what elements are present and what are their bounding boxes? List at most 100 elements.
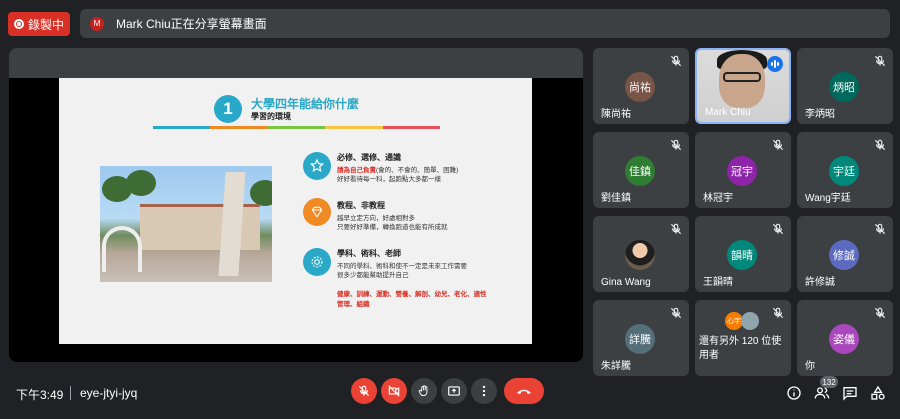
participant-tile[interactable]: Gina Wang: [593, 216, 689, 292]
record-icon: [14, 19, 24, 29]
participant-name: 許修誠: [805, 277, 835, 288]
recording-badge: 錄製中: [8, 12, 70, 36]
slide-color-bar: [153, 126, 441, 129]
feature-line: 很多少都能幫助提升自己: [337, 272, 409, 279]
mic-off-icon: [669, 138, 683, 152]
participant-name: Gina Wang: [601, 277, 651, 288]
divider: [70, 386, 71, 400]
participant-name: 李炳昭: [805, 109, 835, 120]
avatar: 宇廷: [829, 156, 859, 186]
camera-toggle-button[interactable]: [381, 378, 407, 404]
participant-tile[interactable]: Mark Chiu: [695, 48, 791, 124]
participant-name: Wang宇廷: [805, 193, 851, 204]
camera-off-icon: [388, 385, 400, 397]
campus-photo: [100, 166, 272, 282]
meeting-code[interactable]: eye-jtyi-jyq: [80, 386, 137, 400]
people-icon: [814, 387, 830, 399]
participant-name: 林冠宇: [703, 193, 733, 204]
mic-off-icon: [358, 385, 370, 397]
participant-name: 陳尚祐: [601, 109, 631, 120]
others-label: 還有另外 120 位使用者: [699, 336, 782, 361]
slide-number-badge: 1: [214, 95, 242, 123]
participant-tile[interactable]: 詳騰朱詳騰: [593, 300, 689, 376]
diamond-icon: [303, 198, 331, 226]
feature-title: 必修、選修、通識: [337, 153, 401, 162]
participant-name: 劉佳鎮: [601, 193, 631, 204]
mic-off-icon: [873, 138, 887, 152]
mic-off-icon: [771, 138, 785, 152]
avatar: 佳鎮: [625, 156, 655, 186]
feature-title: 學科、術科、老師: [337, 249, 401, 258]
mic-off-icon: [669, 222, 683, 236]
mic-off-icon: [669, 306, 683, 320]
present-button[interactable]: [441, 378, 467, 404]
more-options-button[interactable]: [471, 378, 497, 404]
participant-tile[interactable]: 尚祐陳尚祐: [593, 48, 689, 124]
participant-name: 王韻晴: [703, 277, 733, 288]
meeting-info-button[interactable]: [785, 384, 803, 402]
feature-line: 只要好好準備，轉換跑道也能有所成就: [337, 224, 448, 231]
participant-tile[interactable]: 佳鎮劉佳鎮: [593, 132, 689, 208]
star-icon: [303, 152, 331, 180]
info-icon: [787, 386, 801, 400]
participant-tile[interactable]: 修誠許修誠: [797, 216, 893, 292]
feature-title: 教程、非教程: [337, 201, 385, 210]
participant-name: 朱詳騰: [601, 361, 631, 372]
speaking-indicator-icon: [767, 56, 783, 72]
hang-up-icon: [517, 389, 531, 394]
red-note: 管理、組織: [337, 301, 370, 308]
participant-name: Mark Chiu: [705, 107, 751, 118]
participant-tile[interactable]: 韻晴王韻晴: [695, 216, 791, 292]
participant-tile[interactable]: 心宇 還有另外 120 位使用者: [695, 300, 791, 376]
chat-icon: [843, 387, 857, 401]
presenter-avatar: M: [90, 16, 104, 31]
mic-off-icon: [873, 222, 887, 236]
avatar: 韻晴: [727, 240, 757, 270]
presentation-canvas: 1 大學四年能給你什麼 學習的環境 必修、選修、通識 請為自己負責(會的、不會的…: [9, 78, 583, 362]
mic-off-icon: [873, 306, 887, 320]
raise-hand-button[interactable]: [411, 378, 437, 404]
avatar: 詳騰: [625, 324, 655, 354]
recording-label: 錄製中: [28, 17, 65, 32]
color-bar-segment: [382, 126, 441, 129]
avatar: [625, 240, 655, 270]
people-button[interactable]: [813, 384, 831, 402]
mic-off-icon: [771, 306, 785, 320]
slide: 1 大學四年能給你什麼 學習的環境 必修、選修、通識 請為自己負責(會的、不會的…: [59, 78, 532, 344]
chat-button[interactable]: [841, 384, 859, 402]
clock: 下午3:49: [16, 388, 64, 402]
avatar: 姿儀: [829, 324, 859, 354]
mic-off-icon: [669, 54, 683, 68]
avatar: 尚祐: [625, 72, 655, 102]
avatar: [741, 312, 759, 330]
activities-button[interactable]: [869, 384, 887, 402]
mic-off-icon: [771, 222, 785, 236]
avatar: 冠宇: [727, 156, 757, 186]
presentation-area[interactable]: 1 大學四年能給你什麼 學習的環境 必修、選修、通識 請為自己負責(會的、不會的…: [9, 48, 583, 362]
participant-name: 你: [805, 361, 815, 372]
mic-off-icon: [873, 54, 887, 68]
mic-toggle-button[interactable]: [351, 378, 377, 404]
screen-share-banner: M Mark Chiu正在分享螢幕畫面: [80, 9, 890, 38]
share-banner-text: Mark Chiu正在分享螢幕畫面: [116, 17, 267, 31]
more-vert-icon: [482, 385, 486, 397]
participant-tile[interactable]: 姿儀你: [797, 300, 893, 376]
participant-tile[interactable]: 宇廷 Wang宇廷: [797, 132, 893, 208]
gear-icon: [303, 248, 331, 276]
slide-subtitle: 學習的環境: [251, 112, 291, 121]
participant-tile[interactable]: 炳昭李炳昭: [797, 48, 893, 124]
end-call-button[interactable]: [504, 378, 544, 404]
present-screen-icon: [448, 386, 460, 396]
color-bar-segment: [153, 126, 211, 129]
shapes-icon: [871, 385, 885, 400]
color-bar-segment: [267, 126, 326, 129]
slide-title: 大學四年能給你什麼: [251, 97, 360, 111]
avatar: 炳昭: [829, 72, 859, 102]
hand-icon: [418, 385, 428, 397]
participant-tile[interactable]: 冠宇林冠宇: [695, 132, 791, 208]
red-note: 健康、訓練、運動、營養、解剖、幼兒、老化、適性: [337, 291, 487, 298]
feature-line: 好好看待每一科，起跑點大多都一樣: [337, 176, 441, 183]
color-bar-segment: [325, 126, 383, 129]
color-bar-segment: [210, 126, 268, 129]
avatar: 修誠: [829, 240, 859, 270]
